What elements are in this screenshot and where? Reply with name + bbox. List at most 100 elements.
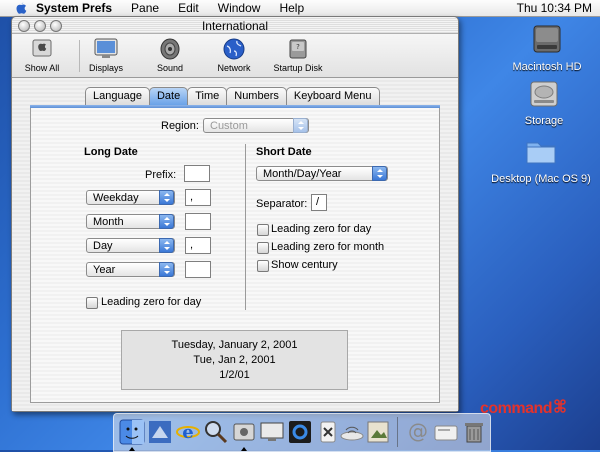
toolbar-startup-disk[interactable]: ? Startup Disk <box>262 37 334 73</box>
apple-menu-icon[interactable] <box>14 1 28 15</box>
column-divider <box>245 144 246 310</box>
desktop-icon-desktop-os9[interactable]: Desktop (Mac OS 9) <box>486 134 596 185</box>
checkbox-label: Leading zero for day <box>271 223 372 235</box>
prefs-content: Language Date Time Numbers Keyboard Menu… <box>12 78 458 411</box>
display-icon <box>94 38 118 58</box>
tab-language[interactable]: Language <box>85 87 150 105</box>
prefix-field[interactable] <box>184 165 210 182</box>
speaker-icon <box>160 38 180 60</box>
tab-numbers[interactable]: Numbers <box>226 87 287 105</box>
popup-value: Month/Day/Year <box>263 168 342 180</box>
system-preferences-icon[interactable] <box>230 418 258 451</box>
long-date-heading: Long Date <box>84 146 138 158</box>
region-popup[interactable]: Custom <box>203 118 309 133</box>
checkbox-label: Leading zero for day <box>101 296 202 308</box>
separator-label: Separator: <box>256 198 308 210</box>
toolbar-label: Startup Disk <box>273 63 323 73</box>
show-century-checkbox[interactable] <box>257 260 269 272</box>
separator-field-4[interactable] <box>185 261 211 278</box>
sample-long-date: Tuesday, January 2, 2001 <box>171 339 298 351</box>
globe-icon <box>223 38 245 60</box>
internet-explorer-icon[interactable]: e <box>174 418 202 446</box>
hard-drive-icon <box>533 25 561 53</box>
date-sample-box: Tuesday, January 2, 2001 Tue, Jan 2, 200… <box>121 330 348 390</box>
sample-short-date: 1/2/01 <box>219 369 250 381</box>
desktop-icon-label: Macintosh HD <box>512 61 582 73</box>
svg-text:@: @ <box>408 419 428 443</box>
short-date-heading: Short Date <box>256 146 312 158</box>
drive-icon <box>530 81 558 107</box>
checkbox-label: Leading zero for month <box>271 241 385 253</box>
long-date-popup-weekday[interactable]: Weekday <box>86 190 175 205</box>
system-prefs-window: International Show All Displays Sound Ne… <box>11 16 459 412</box>
finder-icon[interactable] <box>118 418 146 451</box>
desktop-icon-macintosh-hd[interactable]: Macintosh HD <box>492 22 600 73</box>
command-key-icon <box>554 399 566 413</box>
toolbar-displays[interactable]: Displays <box>70 37 142 73</box>
document-icon[interactable] <box>432 418 460 446</box>
tab-bar: Language Date Time Numbers Keyboard Menu <box>85 87 380 105</box>
folder-icon <box>526 142 556 164</box>
toolbar-show-all[interactable]: Show All <box>6 37 78 73</box>
toolbar: Show All Displays Sound Network ? Startu… <box>12 34 458 78</box>
trash-icon[interactable] <box>460 418 488 446</box>
menu-window[interactable]: Window <box>218 1 261 15</box>
tab-time[interactable]: Time <box>187 87 228 105</box>
prefix-label: Prefix: <box>145 169 177 181</box>
running-indicator <box>129 447 135 451</box>
desktop-icon-storage[interactable]: Storage <box>489 78 599 127</box>
short-separator-field[interactable]: / <box>311 194 327 211</box>
display-dock-icon[interactable] <box>258 418 286 446</box>
short-date-format-popup[interactable]: Month/Day/Year <box>256 166 388 181</box>
disk-icon: ? <box>289 39 307 59</box>
popup-arrows-icon <box>293 118 308 133</box>
date-panel: Region: Custom Long Date Prefix: Weekday… <box>30 108 440 403</box>
popup-arrows-icon <box>159 214 174 229</box>
long-date-popup-day[interactable]: Day <box>86 238 175 253</box>
apple-icon <box>32 39 52 57</box>
popup-value: Day <box>93 240 113 252</box>
toolbar-sound[interactable]: Sound <box>134 37 206 73</box>
tab-date[interactable]: Date <box>148 87 189 105</box>
separator-field-3[interactable]: , <box>185 237 211 254</box>
toolbar-label: Displays <box>88 63 123 73</box>
menu-pane[interactable]: Pane <box>131 1 159 15</box>
tab-keyboard-menu[interactable]: Keyboard Menu <box>285 87 380 105</box>
leading-zero-day-checkbox-long[interactable] <box>86 297 98 309</box>
popup-arrows-icon <box>159 190 174 205</box>
separator-field-2[interactable] <box>185 213 211 230</box>
menu-clock[interactable]: Thu 10:34 PM <box>517 1 592 15</box>
region-popup-value: Custom <box>210 120 248 132</box>
sherlock-icon[interactable] <box>202 418 230 446</box>
dock-divider <box>397 417 398 447</box>
toolbar-label: Show All <box>24 63 60 73</box>
address-icon[interactable]: @ <box>404 418 432 446</box>
preview-icon[interactable] <box>364 418 392 446</box>
desktop-icon-label: Desktop (Mac OS 9) <box>491 173 591 185</box>
separator-field-1[interactable]: , <box>185 189 211 206</box>
menu-edit[interactable]: Edit <box>178 1 199 15</box>
leading-zero-day-checkbox[interactable] <box>257 224 269 236</box>
menu-app-name[interactable]: System Prefs <box>36 1 112 15</box>
svg-text:e: e <box>182 422 193 443</box>
leading-zero-month-checkbox[interactable] <box>257 242 269 254</box>
region-label: Region: <box>161 120 199 132</box>
toolbar-label: Sound <box>156 63 184 73</box>
mail-icon[interactable] <box>146 418 174 446</box>
toolbar-network[interactable]: Network <box>198 37 270 73</box>
popup-value: Year <box>93 264 116 276</box>
watermark-text: command <box>480 400 553 417</box>
toolbar-label: Network <box>217 63 251 73</box>
desktop-icon-label: Storage <box>524 115 564 127</box>
quicktime-icon[interactable] <box>286 418 314 446</box>
window-titlebar[interactable]: International <box>12 17 458 34</box>
menu-help[interactable]: Help <box>279 1 304 15</box>
long-date-popup-month[interactable]: Month <box>86 214 175 229</box>
long-date-popup-year[interactable]: Year <box>86 262 175 277</box>
popup-arrows-icon <box>372 166 387 181</box>
menu-bar: System Prefs Pane Edit Window Help Thu 1… <box>0 0 600 17</box>
airport-icon[interactable] <box>338 418 366 446</box>
checkbox-label: Show century <box>271 259 338 271</box>
popup-arrows-icon <box>159 262 174 277</box>
dock: e @ <box>113 413 491 452</box>
